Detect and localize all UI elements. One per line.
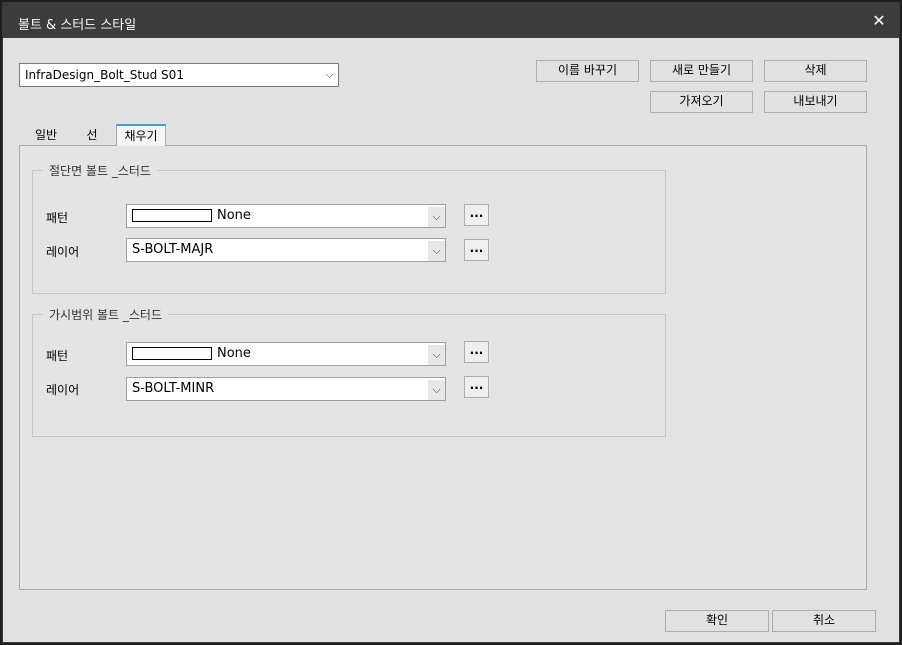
layer-browse-button[interactable]: ... bbox=[464, 239, 489, 261]
cancel-button[interactable]: 취소 bbox=[772, 610, 876, 632]
pattern-dropdown[interactable]: None ⌵ bbox=[126, 342, 446, 366]
title-bar: 볼트 & 스터드 스타일 ✕ bbox=[3, 3, 899, 38]
layer-browse-button[interactable]: ... bbox=[464, 376, 489, 398]
layer-value: S-BOLT-MINR bbox=[132, 381, 215, 396]
visible-bolt-group: 가시범위 볼트 _스터드 패턴 None ⌵ ... 레이어 S-BOLT-MI… bbox=[32, 306, 666, 437]
pattern-dropdown[interactable]: None ⌵ bbox=[126, 204, 446, 228]
window-title: 볼트 & 스터드 스타일 bbox=[18, 18, 137, 33]
pattern-browse-button[interactable]: ... bbox=[464, 341, 489, 363]
pattern-value: None bbox=[217, 208, 251, 223]
chevron-down-icon: ⌵ bbox=[428, 345, 445, 365]
layer-label: 레이어 bbox=[46, 245, 80, 259]
dialog-window: 볼트 & 스터드 스타일 ✕ InfraDesign_Bolt_Stud S01… bbox=[2, 2, 900, 643]
pattern-swatch bbox=[132, 347, 212, 360]
tab-general[interactable]: 일반 bbox=[27, 124, 65, 146]
tab-fill[interactable]: 채우기 bbox=[116, 124, 166, 146]
rename-button[interactable]: 이름 바꾸기 bbox=[536, 60, 639, 82]
delete-button[interactable]: 삭제 bbox=[764, 60, 867, 82]
dialog-content: InfraDesign_Bolt_Stud S01 ⌵ 이름 바꾸기 새로 만들… bbox=[3, 38, 899, 642]
chevron-down-icon: ⌵ bbox=[428, 207, 445, 227]
export-button[interactable]: 내보내기 bbox=[764, 91, 867, 113]
layer-label: 레이어 bbox=[46, 383, 80, 397]
layer-dropdown[interactable]: S-BOLT-MAJR ⌵ bbox=[126, 238, 446, 262]
tab-line[interactable]: 선 bbox=[79, 124, 105, 146]
close-icon[interactable]: ✕ bbox=[859, 3, 899, 38]
cut-bolt-group: 절단면 볼트 _스터드 패턴 None ⌵ ... 레이어 S-BOLT-MAJ… bbox=[32, 162, 666, 294]
fill-tab-panel: 절단면 볼트 _스터드 패턴 None ⌵ ... 레이어 S-BOLT-MAJ… bbox=[19, 145, 867, 590]
layer-value: S-BOLT-MAJR bbox=[132, 242, 214, 257]
pattern-swatch bbox=[132, 209, 212, 222]
group-title: 절단면 볼트 _스터드 bbox=[43, 162, 157, 179]
pattern-label: 패턴 bbox=[46, 211, 69, 225]
pattern-value: None bbox=[217, 346, 251, 361]
style-name-value: InfraDesign_Bolt_Stud S01 bbox=[25, 68, 184, 82]
layer-dropdown[interactable]: S-BOLT-MINR ⌵ bbox=[126, 377, 446, 401]
style-name-dropdown[interactable]: InfraDesign_Bolt_Stud S01 ⌵ bbox=[19, 63, 339, 87]
ok-button[interactable]: 확인 bbox=[665, 610, 769, 632]
pattern-label: 패턴 bbox=[46, 349, 69, 363]
group-title: 가시범위 볼트 _스터드 bbox=[43, 306, 168, 323]
chevron-down-icon: ⌵ bbox=[428, 380, 445, 400]
pattern-browse-button[interactable]: ... bbox=[464, 204, 489, 226]
chevron-down-icon: ⌵ bbox=[325, 68, 334, 81]
new-button[interactable]: 새로 만들기 bbox=[650, 60, 753, 82]
chevron-down-icon: ⌵ bbox=[428, 241, 445, 261]
import-button[interactable]: 가져오기 bbox=[650, 91, 753, 113]
